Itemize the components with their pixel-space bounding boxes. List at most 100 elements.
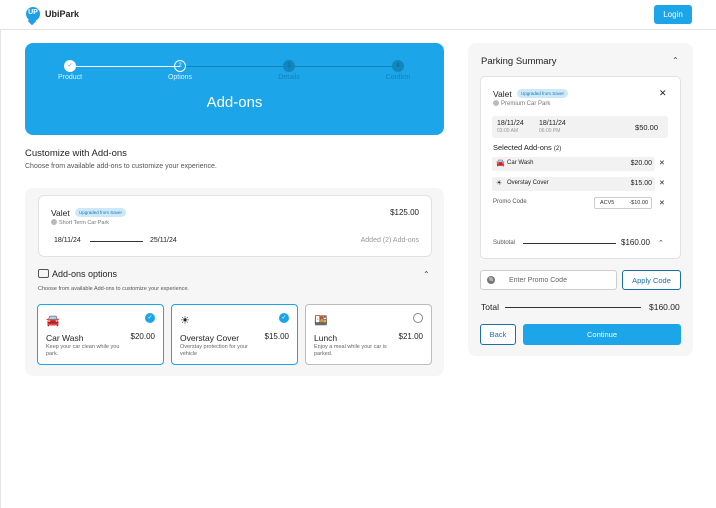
addon-description: Keep your car clean while you park. bbox=[46, 344, 120, 357]
checked-icon[interactable]: ✓ bbox=[279, 313, 289, 323]
summary-product: Valet bbox=[493, 89, 512, 99]
login-button[interactable]: Login bbox=[654, 5, 692, 24]
step-options[interactable]: 2 Options bbox=[145, 60, 215, 81]
booking-location-text: Short Term Car Park bbox=[59, 220, 110, 226]
addon-car-wash[interactable]: 🚘 ✓ Car Wash $20.00 Keep your car clean … bbox=[37, 304, 164, 365]
addon-description: Enjoy a meal while your car is parked. bbox=[314, 344, 387, 357]
booking-product: Valet bbox=[51, 208, 70, 218]
total-label: Total bbox=[481, 302, 499, 312]
logo-letters: UP bbox=[28, 9, 38, 16]
date-range-line bbox=[90, 241, 143, 242]
promo-discount: -$10.00 bbox=[629, 200, 648, 206]
summary-title: Parking Summary bbox=[481, 56, 557, 67]
step-number: 3 bbox=[283, 60, 295, 72]
addon-name: Car Wash bbox=[46, 333, 84, 343]
step-details[interactable]: 3 Details bbox=[254, 60, 324, 81]
addons-options-subtitle: Choose from available Add-ons to customi… bbox=[38, 286, 190, 292]
shield-sun-icon: ☀ bbox=[180, 315, 190, 327]
remove-icon[interactable]: ✕ bbox=[659, 179, 665, 187]
summary-addon-price: $20.00 bbox=[630, 160, 652, 167]
shield-sun-icon: ☀ bbox=[496, 180, 503, 187]
summary-addon-row: ☀ Overstay Cover $15.00 bbox=[492, 177, 655, 191]
summary-location-text: Premium Car Park bbox=[501, 101, 551, 107]
summary-end-time: 06:00 PM bbox=[539, 128, 561, 134]
addon-price: $15.00 bbox=[264, 332, 289, 341]
step-label: Details bbox=[278, 74, 300, 81]
location-icon bbox=[51, 219, 57, 225]
addon-name: Overstay Cover bbox=[180, 333, 240, 343]
summary-addon-name: Car Wash bbox=[507, 160, 534, 166]
step-label: Product bbox=[57, 74, 83, 81]
car-wash-icon: 🚘 bbox=[46, 315, 60, 327]
step-product[interactable]: ✓ Product bbox=[35, 60, 105, 81]
top-bar: UP UbiPark Login bbox=[0, 0, 716, 30]
booking-location: Short Term Car Park bbox=[51, 219, 109, 226]
summary-addon-price: $15.00 bbox=[630, 180, 652, 187]
page-left-border bbox=[0, 30, 1, 508]
addon-name: Lunch bbox=[314, 333, 338, 343]
remove-promo-icon[interactable]: ✕ bbox=[659, 199, 665, 207]
addon-lunch[interactable]: 🍱 Lunch $21.00 Enjoy a meal while your c… bbox=[305, 304, 432, 365]
addon-overstay-cover[interactable]: ☀ ✓ Overstay Cover $15.00 Overstay prote… bbox=[171, 304, 298, 365]
added-addons-text: Added (2) Add-ons bbox=[360, 237, 419, 244]
customize-subtitle: Choose from available add-ons to customi… bbox=[25, 163, 217, 170]
car-wash-icon: 🚘 bbox=[496, 160, 505, 167]
close-icon[interactable]: ✕ bbox=[659, 88, 667, 99]
upgrade-badge: Upgraded from Saver bbox=[75, 208, 127, 217]
summary-location: Premium Car Park bbox=[493, 100, 550, 107]
checked-icon[interactable]: ✓ bbox=[145, 313, 155, 323]
applied-promo: ACV5 -$10.00 bbox=[594, 197, 652, 209]
tag-icon: % bbox=[487, 276, 495, 284]
promo-code-input[interactable] bbox=[480, 270, 617, 290]
continue-button[interactable]: Continue bbox=[523, 324, 681, 345]
brand-name[interactable]: UbiPark bbox=[45, 9, 79, 19]
summary-start-date: 18/11/24 bbox=[497, 120, 524, 127]
stepper-banner: ✓ Product 2 Options 3 Details 4 Confirm … bbox=[25, 43, 444, 135]
addon-price: $20.00 bbox=[130, 332, 155, 341]
page-title: Add-ons bbox=[206, 94, 263, 111]
summary-addon-name: Overstay Cover bbox=[507, 180, 549, 186]
booking-card: Valet Upgraded from Saver Short Term Car… bbox=[38, 195, 432, 257]
logo-icon[interactable]: UP bbox=[26, 7, 40, 21]
booking-start-date: 18/11/24 bbox=[54, 237, 81, 244]
step-number: 2 bbox=[174, 60, 186, 72]
subtotal-label: Subtotal bbox=[493, 240, 516, 246]
promo-code-label: Promo Code bbox=[493, 199, 527, 205]
apply-code-button[interactable]: Apply Code bbox=[622, 270, 681, 290]
car-icon bbox=[38, 269, 49, 278]
selected-addons-label: Selected Add-ons (2) bbox=[493, 143, 561, 152]
chevron-up-icon[interactable]: ⌃ bbox=[658, 239, 664, 247]
promo-code-value: ACV5 bbox=[600, 200, 615, 206]
summary-date-row: 18/11/24 03:00 AM 18/11/24 06:00 PM $50.… bbox=[492, 116, 668, 138]
food-tray-icon: 🍱 bbox=[314, 315, 328, 327]
addon-price: $21.00 bbox=[398, 332, 423, 341]
addons-options-header[interactable]: Add-ons options bbox=[38, 269, 117, 279]
step-confirm[interactable]: 4 Confirm bbox=[363, 60, 433, 81]
addons-options-title: Add-ons options bbox=[52, 269, 118, 279]
summary-parking-price: $50.00 bbox=[635, 123, 658, 132]
summary-addon-row: 🚘 Car Wash $20.00 bbox=[492, 157, 655, 171]
remove-icon[interactable]: ✕ bbox=[659, 159, 665, 167]
customize-title: Customize with Add-ons bbox=[25, 148, 127, 159]
step-number: 4 bbox=[392, 60, 404, 72]
summary-start-time: 03:00 AM bbox=[497, 128, 519, 134]
step-label: Confirm bbox=[385, 74, 411, 81]
subtotal-value: $160.00 bbox=[621, 238, 650, 247]
chevron-up-icon[interactable]: ⌃ bbox=[672, 56, 679, 65]
total-value: $160.00 bbox=[649, 302, 680, 312]
total-line bbox=[505, 307, 641, 308]
check-icon: ✓ bbox=[64, 60, 76, 72]
step-label: Options bbox=[167, 74, 193, 81]
booking-price: $125.00 bbox=[390, 208, 419, 217]
location-icon bbox=[493, 100, 499, 106]
summary-card: Valet Upgraded from Saver ✕ Premium Car … bbox=[480, 76, 681, 259]
unchecked-icon[interactable] bbox=[413, 313, 423, 323]
selected-addons-count: (2) bbox=[553, 146, 562, 152]
subtotal-line bbox=[523, 243, 616, 244]
selected-addons-title: Selected Add-ons bbox=[493, 143, 552, 152]
booking-end-date: 25/11/24 bbox=[150, 237, 177, 244]
chevron-up-icon[interactable]: ⌃ bbox=[423, 270, 430, 279]
addon-description: Overstay protection for your vehicle bbox=[180, 344, 248, 357]
summary-end-date: 18/11/24 bbox=[539, 120, 566, 127]
back-button[interactable]: Back bbox=[480, 324, 516, 345]
